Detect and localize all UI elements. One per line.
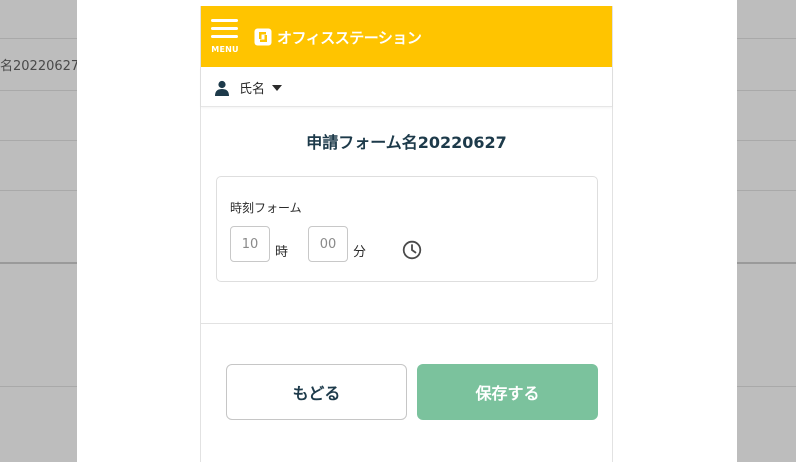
app-logo[interactable]: オフィスステーション (254, 25, 422, 49)
office-station-logo-icon (254, 28, 272, 46)
logo-text: オフィスステーション (277, 28, 422, 47)
mobile-preview: MENU オフィスステーション 氏名 申請フォーム名20220627 時刻フォー… (200, 6, 613, 462)
user-name: 氏名 (239, 82, 266, 97)
hour-input[interactable] (230, 226, 270, 262)
back-button[interactable]: もどる (226, 364, 407, 420)
clock-icon[interactable] (402, 240, 422, 260)
screen: 名20220627 MENU オフィスステーション 氏名 申請フォーム名2022… (0, 0, 796, 462)
minute-input[interactable] (308, 226, 348, 262)
section-divider (201, 323, 612, 324)
hour-unit: 時 (275, 245, 289, 260)
user-dropdown[interactable]: 氏名 (214, 78, 283, 97)
app-header: MENU オフィスステーション (201, 6, 612, 67)
save-button[interactable]: 保存する (417, 364, 598, 420)
minute-unit: 分 (353, 245, 367, 260)
menu-label: MENU (211, 45, 239, 54)
form-title: 申請フォーム名20220627 (306, 133, 507, 152)
user-icon (215, 80, 229, 96)
caret-down-icon (272, 84, 283, 91)
background-page-text: 名20220627 (0, 59, 80, 74)
time-field-card: 時刻フォーム 時 分 (216, 176, 598, 282)
time-field-label: 時刻フォーム (230, 201, 302, 215)
user-bar: 氏名 (201, 67, 612, 107)
menu-button[interactable]: MENU (210, 19, 240, 55)
